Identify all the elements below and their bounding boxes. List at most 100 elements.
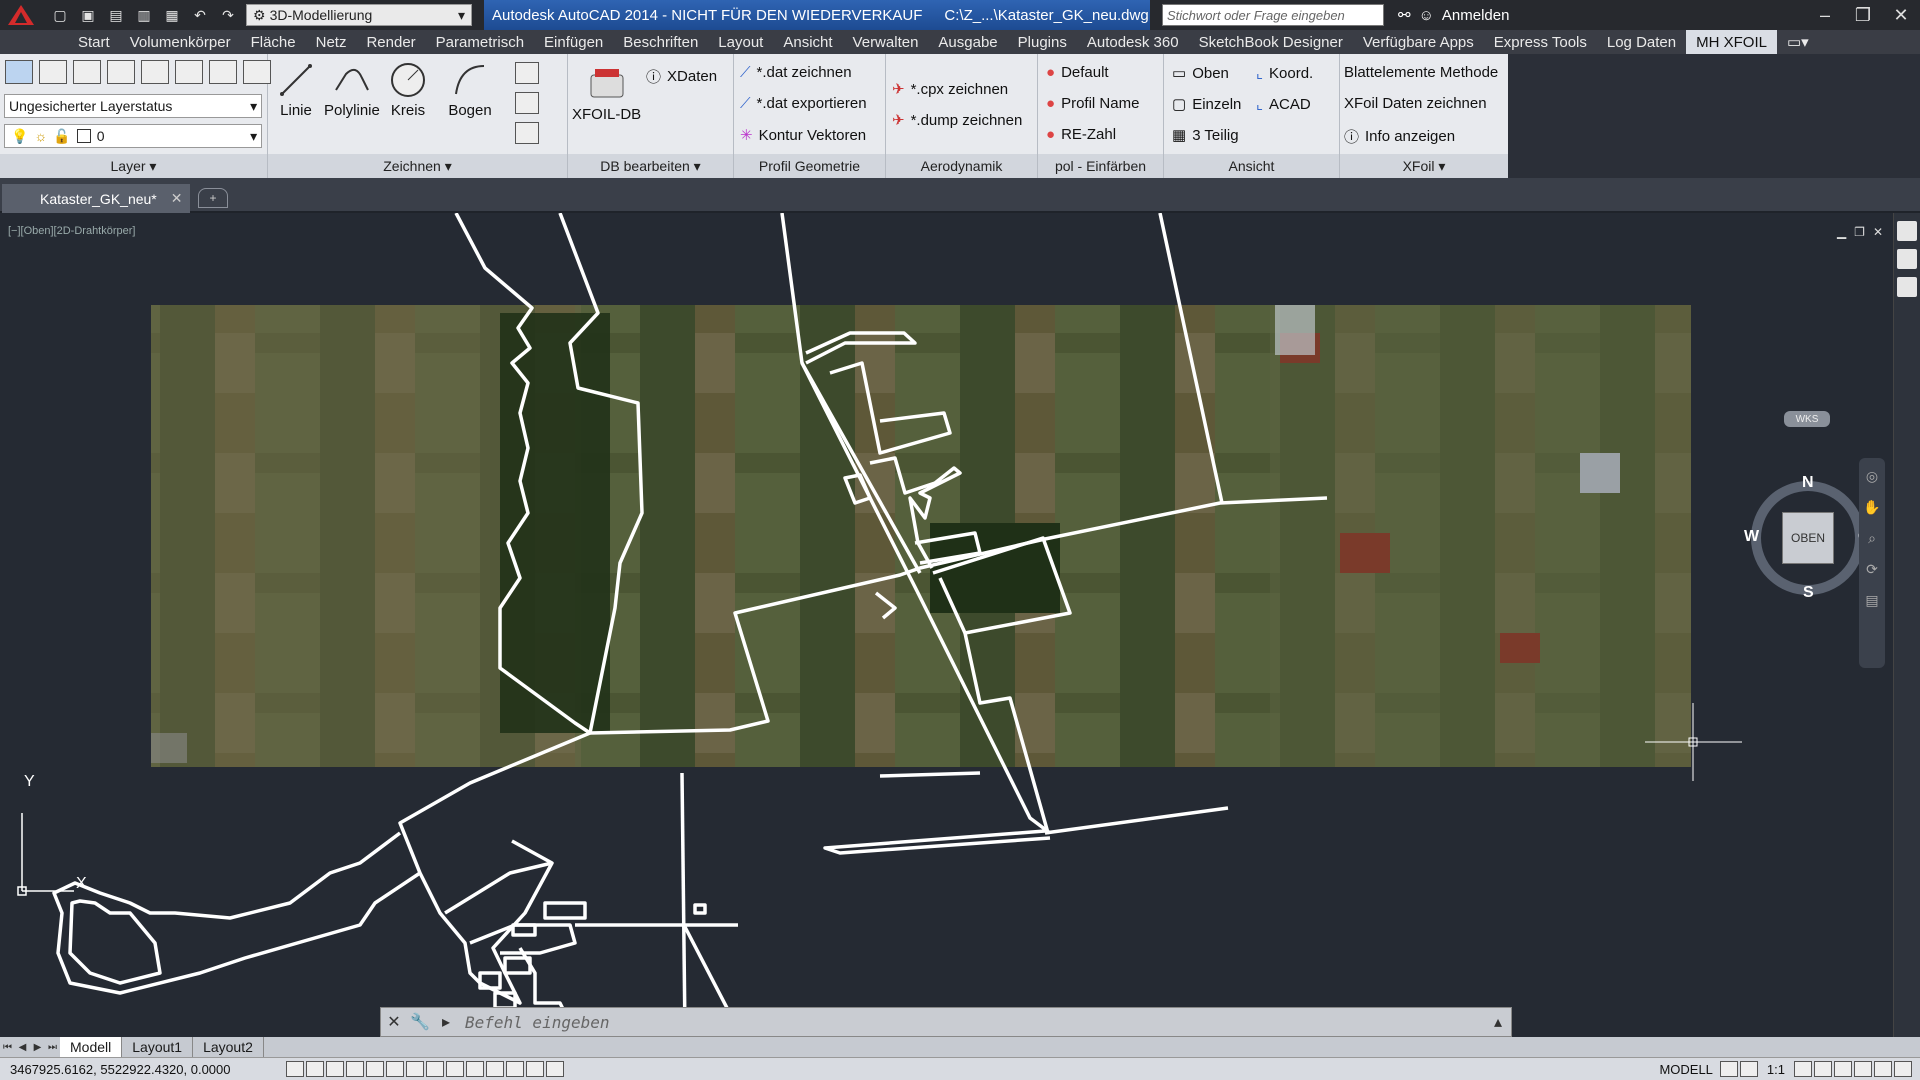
layer-state-dropdown[interactable]: Ungesicherter Layerstatus ▾: [4, 94, 262, 118]
tab-einfügen[interactable]: Einfügen: [534, 30, 613, 54]
palette-icon[interactable]: [1897, 221, 1917, 241]
new-file-icon[interactable]: ▢: [48, 5, 72, 25]
blade-element-button[interactable]: Blattelemente Methode: [1344, 64, 1498, 81]
pol-profile-name-button[interactable]: ● Profil Name: [1046, 95, 1139, 112]
dat-draw-button[interactable]: ⟋ *.dat zeichnen: [740, 64, 852, 81]
tab-layout[interactable]: Layout: [708, 30, 773, 54]
lineweight-icon[interactable]: [486, 1061, 504, 1077]
new-tab-button[interactable]: +: [198, 188, 228, 208]
view-three-button[interactable]: ▦ 3 Teilig: [1172, 126, 1239, 145]
line-tool-button[interactable]: Linie: [274, 58, 318, 119]
tab-plugins[interactable]: Plugins: [1008, 30, 1077, 54]
close-icon[interactable]: ✕: [171, 190, 183, 207]
workspace-dropdown[interactable]: ⚙ 3D-Modellierung ▾: [246, 4, 472, 26]
tab-express-tools[interactable]: Express Tools: [1484, 30, 1597, 54]
save-as-icon[interactable]: ▥: [132, 5, 156, 25]
dump-draw-button[interactable]: ✈ *.dump zeichnen: [892, 111, 1022, 130]
tab-ausgabe[interactable]: Ausgabe: [928, 30, 1007, 54]
lock-ui-icon[interactable]: [1834, 1061, 1852, 1077]
hatch-icon[interactable]: [515, 122, 539, 144]
view-top-button[interactable]: ▭ Oben: [1172, 64, 1229, 83]
properties-icon[interactable]: [1897, 277, 1917, 297]
coordinate-readout[interactable]: 3467925.6162, 5522922.4320, 0.0000: [0, 1062, 285, 1077]
tab-log-daten[interactable]: Log Daten: [1597, 30, 1686, 54]
quick-properties-icon[interactable]: [526, 1061, 544, 1077]
viewcube[interactable]: N S W O OBEN: [1744, 474, 1870, 601]
quick-view-layouts-icon[interactable]: [1719, 1061, 1738, 1077]
command-close-icon[interactable]: ✕: [381, 1008, 407, 1036]
annotation-visibility-icon[interactable]: [1794, 1061, 1812, 1077]
panel-title[interactable]: Layer ▾: [0, 154, 267, 178]
dynamic-input-icon[interactable]: [466, 1061, 484, 1077]
dynamic-ucs-icon[interactable]: [446, 1061, 464, 1077]
panel-title[interactable]: DB bearbeiten ▾: [568, 154, 733, 178]
arc-tool-button[interactable]: Bogen: [448, 58, 492, 119]
minimize-icon[interactable]: –: [1806, 0, 1844, 30]
steering-wheel-icon[interactable]: ◎: [1866, 468, 1878, 485]
autocad-logo-icon[interactable]: [0, 0, 42, 30]
zoom-icon[interactable]: ⌕: [1868, 530, 1876, 547]
isolate-objects-icon[interactable]: [1874, 1061, 1892, 1077]
contour-vectors-button[interactable]: ✳ Kontur Vektoren: [740, 126, 866, 145]
layout-tab-layout2[interactable]: Layout2: [193, 1037, 264, 1057]
layer-freeze-icon[interactable]: [209, 60, 237, 84]
help-search-input[interactable]: Stichwort oder Frage eingeben: [1162, 4, 1384, 26]
workspace-switch-icon[interactable]: [1814, 1061, 1832, 1077]
layers-icon[interactable]: [1897, 249, 1917, 269]
snap-mode-icon[interactable]: [306, 1061, 324, 1077]
open-folder-icon[interactable]: ▣: [76, 5, 100, 25]
orbit-icon[interactable]: ⟳: [1866, 561, 1878, 578]
infer-constraints-icon[interactable]: [286, 1061, 304, 1077]
command-prompt-icon[interactable]: ▸: [433, 1008, 459, 1036]
first-tab-icon[interactable]: ⏮: [0, 1042, 15, 1053]
xdaten-button[interactable]: ⓘ XDaten: [646, 66, 717, 87]
tab-beschriften[interactable]: Beschriften: [613, 30, 708, 54]
pan-hand-icon[interactable]: ✋: [1863, 499, 1880, 516]
tab-volumenkörper[interactable]: Volumenkörper: [120, 30, 241, 54]
model-space-toggle[interactable]: MODELL: [1653, 1062, 1718, 1077]
xfoil-data-draw-button[interactable]: XFoil Daten zeichnen: [1344, 95, 1487, 112]
layer-off-icon[interactable]: [175, 60, 203, 84]
compass-west[interactable]: W: [1744, 528, 1759, 546]
acad-button[interactable]: ⌞ ACAD: [1256, 95, 1311, 114]
last-tab-icon[interactable]: ⏭: [45, 1042, 60, 1053]
tab-start[interactable]: Start: [68, 30, 120, 54]
tab-verwalten[interactable]: Verwalten: [843, 30, 929, 54]
drawing-viewport[interactable]: [−][Oben][2D-Drahtkörper] ▁ ❐ ✕ Y X N S …: [0, 213, 1893, 1037]
redo-icon[interactable]: ↷: [216, 5, 240, 25]
next-tab-icon[interactable]: ▶: [30, 1042, 45, 1053]
tab-parametrisch[interactable]: Parametrisch: [426, 30, 534, 54]
tab-sketchbook-designer[interactable]: SketchBook Designer: [1189, 30, 1353, 54]
pol-default-button[interactable]: ● Default: [1046, 64, 1109, 81]
info-show-button[interactable]: ⓘ Info anzeigen: [1344, 126, 1455, 147]
annotation-scale[interactable]: 1:1: [1759, 1062, 1793, 1077]
view-single-button[interactable]: ▢ Einzeln: [1172, 95, 1241, 114]
panel-title[interactable]: XFoil ▾: [1340, 154, 1508, 178]
viewcube-face[interactable]: OBEN: [1782, 512, 1834, 564]
object-snap-icon[interactable]: [386, 1061, 404, 1077]
layer-properties-icon[interactable]: [5, 60, 33, 84]
ribbon-minimize-icon[interactable]: ▭▾: [1777, 30, 1819, 54]
layer-unisolate-icon[interactable]: [107, 60, 135, 84]
pol-re-number-button[interactable]: ● RE-Zahl: [1046, 126, 1116, 143]
polar-tracking-icon[interactable]: [366, 1061, 384, 1077]
layer-isolate-icon[interactable]: [73, 60, 101, 84]
layer-match-icon[interactable]: [141, 60, 169, 84]
circle-tool-button[interactable]: Kreis: [386, 58, 430, 119]
tab-autodesk-360[interactable]: Autodesk 360: [1077, 30, 1189, 54]
clean-screen-icon[interactable]: [1894, 1061, 1912, 1077]
layer-state-icon[interactable]: [39, 60, 67, 84]
current-layer-dropdown[interactable]: 💡 ☼ 🔓 0 ▾: [4, 124, 262, 148]
save-icon[interactable]: ▤: [104, 5, 128, 25]
selection-cycling-icon[interactable]: [546, 1061, 564, 1077]
layout-tab-model[interactable]: Modell: [60, 1037, 123, 1057]
transparency-icon[interactable]: [506, 1061, 524, 1077]
prev-tab-icon[interactable]: ◀: [15, 1042, 30, 1053]
tab-ansicht[interactable]: Ansicht: [773, 30, 842, 54]
ellipse-icon[interactable]: [515, 92, 539, 114]
file-tab[interactable]: Kataster_GK_neu* ✕: [2, 184, 190, 213]
hardware-acceleration-icon[interactable]: [1854, 1061, 1872, 1077]
koord-button[interactable]: ⌞ Koord.: [1256, 64, 1313, 83]
ucs-menu-button[interactable]: WKS: [1784, 411, 1830, 427]
panel-title[interactable]: Zeichnen ▾: [268, 154, 567, 178]
